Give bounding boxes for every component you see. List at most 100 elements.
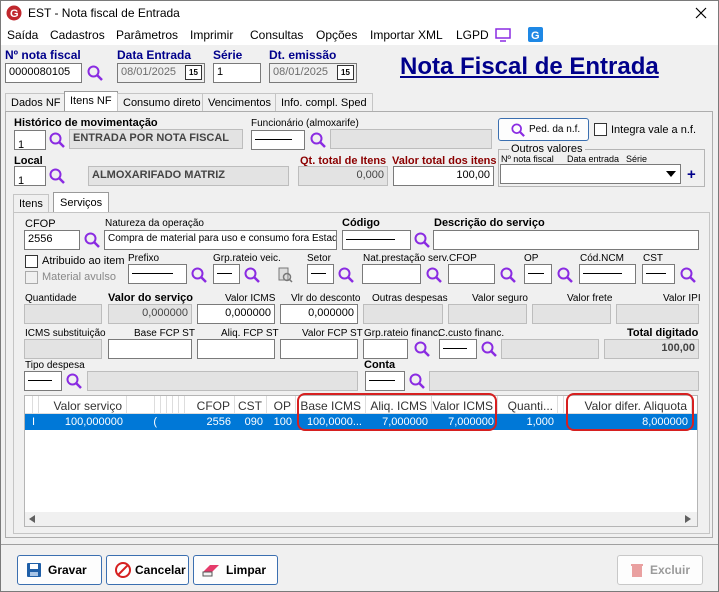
menu-saida[interactable]: Saída	[7, 28, 38, 42]
tab-info-compl-sped[interactable]: Info. compl. Sped	[275, 93, 373, 112]
valor-ipi-input	[616, 304, 699, 324]
cfop-label: CFOP	[25, 218, 56, 230]
grp-rateio-fin-input[interactable]	[363, 339, 408, 359]
horizontal-scrollbar[interactable]	[25, 512, 697, 526]
subtab-servicos[interactable]: Serviços	[53, 192, 110, 213]
search-icon[interactable]	[414, 341, 430, 357]
valor-ipi-label: Valor IPI	[663, 293, 701, 304]
natureza-label: Natureza da operação	[105, 218, 204, 229]
chevron-left-icon[interactable]	[29, 515, 35, 523]
cod-ncm-label: Cód.NCM	[580, 253, 624, 264]
chevron-down-icon[interactable]	[666, 171, 676, 177]
cfop2-input[interactable]	[448, 264, 495, 284]
search-icon[interactable]	[409, 373, 425, 389]
prefixo-input[interactable]	[128, 264, 187, 284]
atribuido-checkbox[interactable]	[25, 255, 38, 268]
dt-emissao-label: Dt. emissão	[269, 48, 337, 62]
codigo-input[interactable]	[342, 230, 411, 250]
search-icon[interactable]	[244, 267, 260, 283]
col-valor-servico[interactable]: Valor serviço	[39, 396, 127, 414]
local-code-input[interactable]: 1	[14, 166, 46, 186]
menu-importar-xml[interactable]: Importar XML	[370, 28, 443, 42]
base-fcp-input[interactable]	[108, 339, 192, 359]
g-app-icon[interactable]: G	[528, 27, 543, 42]
search-icon[interactable]	[310, 132, 326, 148]
close-icon[interactable]	[695, 7, 707, 19]
tab-itens-nf[interactable]: Itens NF	[64, 91, 118, 112]
op-label: OP	[524, 253, 539, 264]
search-icon[interactable]	[84, 232, 100, 248]
tab-consumo-direto[interactable]: Consumo direto	[117, 93, 207, 112]
svg-text:G: G	[10, 8, 19, 20]
material-avulso-checkbox[interactable]	[25, 271, 38, 284]
calendar-icon[interactable]: 15	[337, 65, 354, 80]
conta-input[interactable]	[365, 371, 405, 391]
grid-header-cell	[127, 396, 155, 414]
search-icon[interactable]	[49, 132, 65, 148]
document-search-icon[interactable]	[277, 267, 293, 283]
menu-imprimir[interactable]: Imprimir	[190, 28, 233, 42]
cfop-input[interactable]: 2556	[24, 230, 80, 250]
search-icon[interactable]	[49, 168, 65, 184]
aliq-fcp-label: Aliq. FCP ST	[221, 328, 279, 339]
valor-fcp-input[interactable]	[280, 339, 358, 359]
nat-prest-input[interactable]	[362, 264, 421, 284]
total-digitado-value: 100,00	[604, 339, 699, 359]
tab-vencimentos[interactable]: Vencimentos	[202, 93, 277, 112]
tipo-despesa-input[interactable]	[24, 371, 62, 391]
valor-frete-input	[532, 304, 611, 324]
add-icon[interactable]: +	[687, 166, 696, 183]
op-input[interactable]	[524, 264, 552, 284]
col-cfop[interactable]: CFOP	[185, 396, 235, 414]
tab-dados-nf[interactable]: Dados NF	[5, 93, 67, 112]
menu-cadastros[interactable]: Cadastros	[50, 28, 105, 42]
grp-rateio-veic-input[interactable]	[213, 264, 240, 284]
outras-despesas-input	[363, 304, 443, 324]
valor-icms-input[interactable]: 0,000000	[197, 304, 275, 324]
menu-consultas[interactable]: Consultas	[250, 28, 303, 42]
natureza-input[interactable]: Compra de material para uso e consumo fo…	[104, 230, 337, 250]
cod-ncm-input[interactable]	[579, 264, 636, 284]
cancel-icon	[115, 562, 131, 578]
cst-input[interactable]	[642, 264, 675, 284]
subtab-itens[interactable]: Itens	[13, 194, 49, 213]
ped-nf-button[interactable]: Ped. da n.f.	[498, 118, 589, 141]
icms-subst-input	[24, 339, 102, 359]
cell-cst: 090	[244, 416, 263, 428]
search-icon[interactable]	[557, 267, 573, 283]
search-icon[interactable]	[500, 267, 516, 283]
descricao-input[interactable]	[433, 230, 699, 250]
menu-parametros[interactable]: Parâmetros	[116, 28, 178, 42]
aliq-fcp-input[interactable]	[197, 339, 275, 359]
calendar-icon[interactable]: 15	[185, 65, 202, 80]
col-cst[interactable]: CST	[235, 396, 267, 414]
search-icon[interactable]	[87, 65, 103, 81]
chevron-right-icon[interactable]	[685, 515, 691, 523]
gravar-button[interactable]: Gravar	[17, 555, 102, 585]
search-icon[interactable]	[481, 341, 497, 357]
setor-input[interactable]	[307, 264, 334, 284]
col-quantidade[interactable]: Quanti...	[498, 396, 558, 414]
menu-opcoes[interactable]: Opções	[316, 28, 357, 42]
vlr-desconto-input[interactable]: 0,000000	[280, 304, 358, 324]
c-custo-input[interactable]	[439, 339, 477, 359]
search-icon[interactable]	[191, 267, 207, 283]
integra-checkbox[interactable]	[594, 123, 607, 136]
col-op[interactable]: OP	[267, 396, 296, 414]
search-icon[interactable]	[426, 267, 442, 283]
nota-input[interactable]: 0000080105	[5, 63, 82, 83]
menu-lgpd[interactable]: LGPD	[456, 28, 489, 42]
data-entrada-col: Data entrada	[567, 154, 620, 164]
historico-code-input[interactable]: 1	[14, 130, 46, 150]
search-icon[interactable]	[66, 373, 82, 389]
search-icon[interactable]	[414, 232, 430, 248]
search-icon[interactable]	[338, 267, 354, 283]
funcionario-code-input[interactable]	[251, 130, 305, 150]
cancelar-button[interactable]: Cancelar	[106, 555, 189, 585]
serie-input[interactable]: 1	[213, 63, 261, 83]
excluir-button[interactable]: Excluir	[617, 555, 703, 585]
outros-valores-select[interactable]	[500, 164, 681, 184]
limpar-button[interactable]: Limpar	[193, 555, 278, 585]
monitor-icon[interactable]	[495, 28, 511, 42]
search-icon[interactable]	[680, 267, 696, 283]
